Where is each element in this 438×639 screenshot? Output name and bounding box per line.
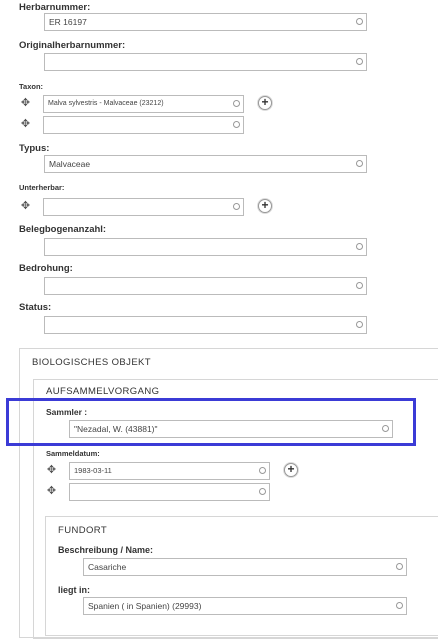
clear-icon[interactable] bbox=[259, 467, 266, 474]
sammeldatum-field-2[interactable] bbox=[69, 483, 270, 501]
fundort-title: FUNDORT bbox=[58, 525, 108, 536]
move-icon[interactable]: ✥ bbox=[46, 465, 57, 476]
clear-icon[interactable] bbox=[356, 321, 363, 328]
taxon-value-1: Malva sylvestris - Malvaceae (23212) bbox=[48, 100, 164, 107]
originalherbarnummer-field[interactable] bbox=[44, 53, 367, 71]
status-field[interactable] bbox=[44, 316, 367, 334]
herbarnummer-field[interactable]: ER 16197 bbox=[44, 13, 367, 31]
taxon-label: Taxon: bbox=[19, 82, 44, 91]
belegbogenanzahl-label: Belegbogenanzahl: bbox=[19, 224, 107, 235]
biologisches-objekt-title: BIOLOGISCHES OBJEKT bbox=[32, 357, 151, 368]
beschreibung-value: Casariche bbox=[88, 562, 127, 572]
typus-label: Typus: bbox=[19, 143, 50, 154]
herbarnummer-label: Herbarnummer: bbox=[19, 2, 91, 13]
bedrohung-field[interactable] bbox=[44, 277, 367, 295]
clear-icon[interactable] bbox=[356, 18, 363, 25]
belegbogenanzahl-field[interactable] bbox=[44, 238, 367, 256]
move-icon[interactable]: ✥ bbox=[20, 98, 31, 109]
add-sammeldatum-button[interactable]: + bbox=[284, 463, 298, 477]
liegt-in-label: liegt in: bbox=[58, 585, 90, 595]
sammeldatum-value-1: 1983-03-11 bbox=[74, 466, 112, 475]
liegt-in-value: Spanien ( in Spanien) (29993) bbox=[88, 601, 202, 611]
sammeldatum-label: Sammeldatum: bbox=[46, 449, 100, 458]
clear-icon[interactable] bbox=[356, 282, 363, 289]
herbarnummer-value: ER 16197 bbox=[49, 17, 87, 27]
clear-icon[interactable] bbox=[259, 488, 266, 495]
taxon-field-1[interactable]: Malva sylvestris - Malvaceae (23212) bbox=[43, 95, 244, 113]
move-icon[interactable]: ✥ bbox=[46, 486, 57, 497]
clear-icon[interactable] bbox=[356, 243, 363, 250]
clear-icon[interactable] bbox=[396, 602, 403, 609]
typus-value: Malvaceae bbox=[49, 159, 91, 169]
originalherbarnummer-label: Originalherbarnummer: bbox=[19, 40, 126, 51]
sammeldatum-field-1[interactable]: 1983-03-11 bbox=[69, 462, 270, 480]
bedrohung-label: Bedrohung: bbox=[19, 263, 73, 274]
move-icon[interactable]: ✥ bbox=[20, 201, 31, 212]
clear-icon[interactable] bbox=[396, 563, 403, 570]
aufsammelvorgang-title: AUFSAMMELVORGANG bbox=[46, 386, 160, 397]
clear-icon[interactable] bbox=[356, 160, 363, 167]
add-taxon-button[interactable]: + bbox=[258, 96, 272, 110]
add-unterherbar-button[interactable]: + bbox=[258, 199, 272, 213]
clear-icon[interactable] bbox=[233, 100, 240, 107]
move-icon[interactable]: ✥ bbox=[20, 119, 31, 130]
taxon-field-2[interactable] bbox=[43, 116, 244, 134]
clear-icon[interactable] bbox=[233, 121, 240, 128]
unterherbar-label: Unterherbar: bbox=[19, 183, 65, 192]
beschreibung-field[interactable]: Casariche bbox=[83, 558, 407, 576]
liegt-in-field[interactable]: Spanien ( in Spanien) (29993) bbox=[83, 597, 407, 615]
clear-icon[interactable] bbox=[233, 203, 240, 210]
unterherbar-field[interactable] bbox=[43, 198, 244, 216]
clear-icon[interactable] bbox=[356, 58, 363, 65]
selection-highlight bbox=[6, 398, 416, 446]
typus-field[interactable]: Malvaceae bbox=[44, 155, 367, 173]
status-label: Status: bbox=[19, 302, 52, 313]
beschreibung-label: Beschreibung / Name: bbox=[58, 545, 154, 555]
